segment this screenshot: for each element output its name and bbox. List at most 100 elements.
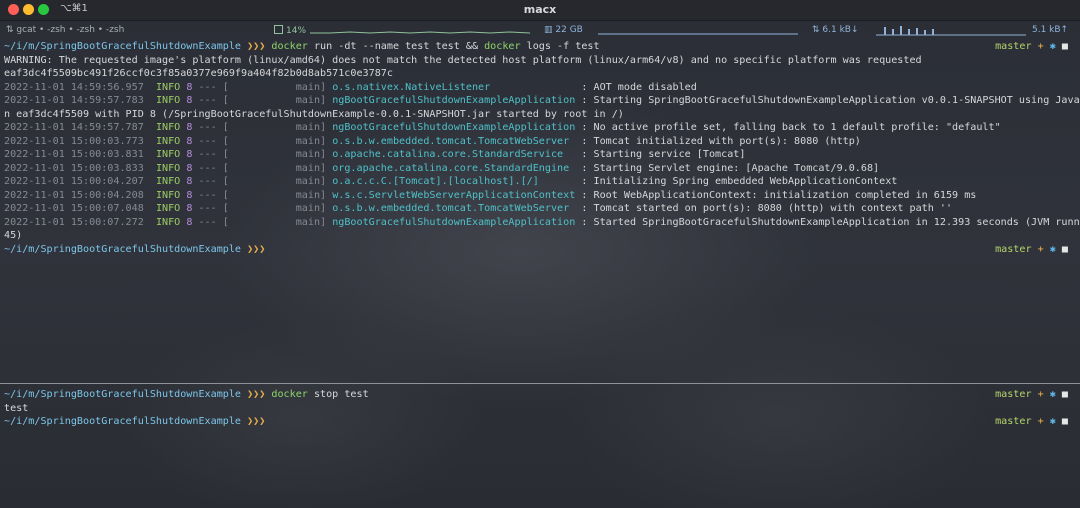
command-args: logs -f test xyxy=(520,41,600,52)
terminal-pane-bottom[interactable]: ~/i/m/SpringBootGracefulShutdownExample … xyxy=(0,388,1080,508)
log-separator: --- xyxy=(198,149,217,160)
log-timestamp: 2022-11-01 15:00:03.773 xyxy=(4,135,144,147)
log-logger: org.apache.catalina.core.StandardEngine xyxy=(332,162,576,174)
log-separator: --- xyxy=(198,216,217,228)
git-staged-icon: + xyxy=(1037,389,1044,400)
session-tabs[interactable]: ⇅ gcat • -zsh • -zsh • -zsh xyxy=(6,25,124,35)
log-thread: [ main] xyxy=(222,95,327,106)
log-thread: [ main] xyxy=(222,81,327,93)
log-thread: [ main] xyxy=(222,189,327,201)
log-wrap-line: 45) xyxy=(4,230,23,241)
cpu-value: 14% xyxy=(286,26,307,36)
terminal-window: ⌥⌘1 macx ⇅ gcat • -zsh • -zsh • -zsh 14%… xyxy=(0,0,1080,508)
log-thread: [ main] xyxy=(222,176,327,187)
right-prompt: master + ✱ ■ xyxy=(995,388,1068,401)
log-logger: o.a.c.c.C.[Tomcat].[localhost].[/] xyxy=(332,176,576,187)
command-args: run -dt --name test test && xyxy=(307,41,485,52)
window-title: macx xyxy=(523,3,557,16)
git-status-icon: ■ xyxy=(1061,389,1068,400)
cpu-indicator: 14% xyxy=(274,25,306,36)
log-separator: --- xyxy=(198,122,217,133)
prompt-line: ~/i/m/SpringBootGracefulShutdownExample … xyxy=(4,40,600,53)
log-logger: w.s.c.ServletWebServerApplicationContext xyxy=(332,189,576,201)
cpu-sparkline xyxy=(310,31,530,34)
status-bar: ⇅ gcat • -zsh • -zsh • -zsh 14% ▥ 22 GB … xyxy=(0,21,1080,39)
log-timestamp: 2022-11-01 14:59:56.957 xyxy=(4,81,144,93)
container-id-line: eaf3dc4f5509bc491f26ccf0c3f85a0377e969f9… xyxy=(4,68,393,79)
log-separator: --- xyxy=(198,81,217,93)
log-thread: [ main] xyxy=(222,149,327,160)
log-message: : No active profile set, falling back to… xyxy=(575,122,1001,133)
log-separator: --- xyxy=(198,135,217,147)
network-up-value: 5.1 kB↑ xyxy=(1032,25,1069,35)
prompt-line: ~/i/m/SpringBootGracefulShutdownExample … xyxy=(4,243,265,256)
log-level: INFO xyxy=(155,176,181,187)
log-line: 2022-11-01 15:00:03.773 INFO 8 --- [ mai… xyxy=(4,135,861,148)
log-level: INFO xyxy=(155,135,181,147)
prompt-path: ~/i/m/SpringBootGracefulShutdownExample xyxy=(4,389,242,400)
prompt-arrow: ❯❯❯ xyxy=(247,389,266,400)
cpu-icon xyxy=(274,25,283,34)
log-line: 2022-11-01 15:00:07.048 INFO 8 --- [ mai… xyxy=(4,202,952,215)
command-args: stop test xyxy=(307,389,369,400)
log-timestamp: 2022-11-01 15:00:04.208 xyxy=(4,189,144,201)
log-line: 2022-11-01 15:00:04.208 INFO 8 --- [ mai… xyxy=(4,189,976,202)
log-thread: [ main] xyxy=(222,122,327,133)
log-message: : Starting Servlet engine: [Apache Tomca… xyxy=(575,162,880,174)
git-staged-icon: + xyxy=(1037,41,1044,52)
log-logger: o.s.b.w.embedded.tomcat.TomcatWebServer xyxy=(332,135,576,147)
prompt-arrow: ❯❯❯ xyxy=(247,416,266,427)
log-line: 2022-11-01 14:59:56.957 INFO 8 --- [ mai… xyxy=(4,81,697,94)
git-modified-icon: ✱ xyxy=(1049,416,1056,427)
log-level: INFO xyxy=(155,162,181,174)
log-logger: o.apache.catalina.core.StandardService xyxy=(332,149,576,160)
log-timestamp: 2022-11-01 15:00:03.833 xyxy=(4,162,144,174)
prompt-arrow: ❯❯❯ xyxy=(247,41,266,52)
log-level: INFO xyxy=(155,149,181,160)
pane-divider[interactable] xyxy=(0,383,1080,384)
git-status-icon: ■ xyxy=(1061,243,1068,255)
log-message: : Tomcat started on port(s): 8080 (http)… xyxy=(575,203,953,214)
right-prompt: master + ✱ ■ xyxy=(995,415,1068,428)
prompt-path: ~/i/m/SpringBootGracefulShutdownExample xyxy=(4,243,242,255)
log-message: : AOT mode disabled xyxy=(575,81,697,93)
log-logger: ngBootGracefulShutdownExampleApplication xyxy=(332,122,576,133)
command-docker: docker xyxy=(271,389,308,400)
log-level: INFO xyxy=(155,216,181,228)
log-level: INFO xyxy=(155,95,181,106)
network-sparkline xyxy=(876,26,1026,36)
git-staged-icon: + xyxy=(1037,416,1044,427)
terminal-pane-top[interactable]: ~/i/m/SpringBootGracefulShutdownExample … xyxy=(0,40,1080,382)
log-level: INFO xyxy=(155,122,181,133)
log-line: 2022-11-01 15:00:03.831 INFO 8 --- [ mai… xyxy=(4,148,745,161)
log-message: : Initializing Spring embedded WebApplic… xyxy=(575,176,898,187)
log-line: 2022-11-01 15:00:03.833 INFO 8 --- [ mai… xyxy=(4,162,879,175)
log-message: : Starting service [Tomcat] xyxy=(575,149,746,160)
right-prompt: master + ✱ ■ xyxy=(995,243,1068,256)
log-line: 2022-11-01 14:59:57.783 INFO 8 --- [ mai… xyxy=(4,94,1080,107)
prompt-line: ~/i/m/SpringBootGracefulShutdownExample … xyxy=(4,388,369,401)
log-message: : Root WebApplicationContext: initializa… xyxy=(575,189,977,201)
prompt-line: ~/i/m/SpringBootGracefulShutdownExample … xyxy=(4,415,265,428)
log-message: : Tomcat initialized with port(s): 8080 … xyxy=(575,135,861,147)
memory-value: 22 GB xyxy=(555,25,583,35)
git-branch: master xyxy=(995,416,1032,427)
git-status-icon: ■ xyxy=(1061,416,1068,427)
git-modified-icon: ✱ xyxy=(1049,389,1056,400)
command-output: test xyxy=(4,402,29,414)
git-status-icon: ■ xyxy=(1061,41,1068,52)
git-branch: master xyxy=(995,41,1032,52)
log-line: 2022-11-01 15:00:04.207 INFO 8 --- [ mai… xyxy=(4,175,897,188)
log-separator: --- xyxy=(198,203,217,214)
warning-line: WARNING: The requested image's platform … xyxy=(4,54,922,66)
log-message: : Starting SpringBootGracefulShutdownExa… xyxy=(581,95,1080,106)
network-down-value: 6.1 kB↓ xyxy=(822,25,859,35)
log-level: INFO xyxy=(155,189,181,201)
log-timestamp: 2022-11-01 15:00:04.207 xyxy=(4,176,144,187)
git-staged-icon: + xyxy=(1037,243,1044,255)
network-indicator: ⇅ 6.1 kB↓ xyxy=(812,25,859,35)
prompt-path: ~/i/m/SpringBootGracefulShutdownExample xyxy=(4,416,242,427)
log-logger: ngBootGracefulShutdownExampleApplication xyxy=(332,216,576,228)
command-docker: docker xyxy=(271,41,308,52)
log-thread: [ main] xyxy=(222,162,327,174)
